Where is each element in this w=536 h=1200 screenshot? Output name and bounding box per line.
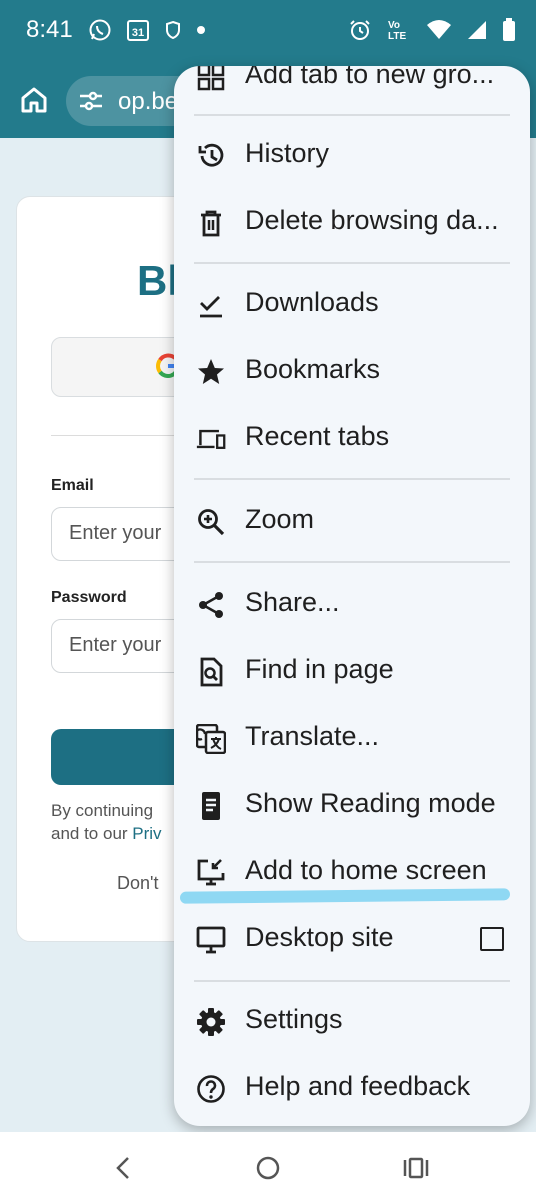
menu-separator [194, 980, 510, 982]
menu-separator [194, 262, 510, 264]
menu-separator [194, 114, 510, 116]
menu-item-label: Delete browsing da... [245, 205, 499, 235]
menu-item-label: Add to home screen [245, 855, 487, 885]
status-bar: 8:41 31 Vo LTE [0, 0, 536, 64]
menu-item-desktop-site[interactable]: Desktop site [174, 907, 530, 971]
menu-item-history[interactable]: History [174, 123, 530, 187]
dot-icon [197, 26, 205, 34]
tune-icon[interactable] [78, 90, 104, 112]
download-check-icon [200, 296, 222, 318]
system-nav-bar [0, 1132, 536, 1200]
clock: 8:41 [26, 16, 73, 43]
reading-mode-icon [202, 792, 220, 820]
back-icon[interactable] [110, 1154, 138, 1182]
overflow-menu: Add tab to new gro... History Delete bro… [174, 66, 530, 1126]
menu-item-label: Recent tabs [245, 421, 390, 451]
menu-item-label: Translate... [245, 721, 380, 751]
menu-item-label: History [245, 138, 330, 168]
menu-item-reading-mode[interactable]: Show Reading mode [174, 773, 530, 837]
menu-item-label: Settings [245, 1004, 343, 1034]
calendar-icon: 31 [127, 20, 149, 41]
home-icon[interactable] [18, 84, 50, 116]
recents-icon[interactable] [402, 1154, 430, 1182]
menu-item-label: Downloads [245, 287, 379, 317]
network-label-top: Vo [388, 20, 400, 31]
translate-icon [196, 724, 226, 754]
help-icon [197, 1075, 225, 1103]
devices-icon [196, 429, 226, 449]
alarm-icon [350, 20, 370, 40]
menu-item-label: Bookmarks [245, 354, 381, 384]
network-label-bottom: LTE [388, 31, 406, 42]
menu-item-label: Help and feedback [245, 1071, 471, 1101]
volte-icon: VoLTE [388, 20, 406, 42]
menu-item-label: Zoom [245, 504, 315, 534]
menu-item-label: Show Reading mode [245, 788, 496, 818]
terms-prefix: and to our [51, 824, 133, 843]
menu-item-help-and-feedback[interactable]: Help and feedback [174, 1056, 530, 1120]
find-in-page-icon [200, 657, 223, 687]
desktop-icon [196, 926, 226, 954]
add-to-home-icon [197, 859, 225, 886]
battery-icon [503, 18, 515, 41]
menu-item-downloads[interactable]: Downloads [174, 272, 530, 336]
url-text: op.be [118, 88, 179, 115]
email-placeholder: Enter your [69, 522, 162, 544]
menu-item-delete-browsing-data[interactable]: Delete browsing da... [174, 190, 530, 254]
menu-item-find-in-page[interactable]: Find in page [174, 639, 530, 703]
menu-item-label: Share... [245, 587, 340, 617]
menu-item-share[interactable]: Share... [174, 572, 530, 636]
history-icon [198, 143, 224, 167]
star-icon [198, 359, 224, 384]
trash-icon [201, 210, 221, 237]
menu-item-bookmarks[interactable]: Bookmarks [174, 339, 530, 403]
menu-item-recent-tabs[interactable]: Recent tabs [174, 406, 530, 470]
menu-item-translate[interactable]: Translate... [174, 706, 530, 770]
whatsapp-icon [89, 19, 111, 41]
signal-icon [468, 21, 486, 39]
menu-item-label: Find in page [245, 654, 394, 684]
shield-icon [166, 20, 180, 40]
privacy-link[interactable]: Priv [132, 824, 161, 843]
brand-logo-text: Bl [137, 257, 179, 304]
password-placeholder: Enter your [69, 634, 162, 656]
tab-group-icon [197, 66, 225, 91]
terms-line-2: and to our Priv [51, 822, 162, 845]
terms-text: By continuing and to our Priv [51, 799, 162, 845]
menu-item-label: Add tab to new gro... [245, 66, 495, 89]
zoom-in-icon [198, 509, 225, 536]
menu-separator [194, 478, 510, 480]
menu-item-add-tab-group[interactable]: Add tab to new gro... [174, 66, 530, 108]
desktop-site-checkbox[interactable] [480, 927, 504, 951]
wifi-icon [427, 20, 451, 39]
calendar-day: 31 [132, 27, 144, 39]
menu-item-label: Desktop site [245, 922, 394, 952]
menu-item-settings[interactable]: Settings [174, 989, 530, 1053]
menu-item-zoom[interactable]: Zoom [174, 489, 530, 553]
settings-icon [197, 1008, 225, 1036]
share-icon [199, 592, 223, 618]
password-label: Password [51, 589, 127, 606]
email-label: Email [51, 477, 94, 494]
signup-prompt: Don't [117, 873, 159, 893]
home-circle-icon[interactable] [254, 1154, 282, 1182]
menu-separator [194, 561, 510, 563]
terms-line-1: By continuing [51, 801, 154, 820]
